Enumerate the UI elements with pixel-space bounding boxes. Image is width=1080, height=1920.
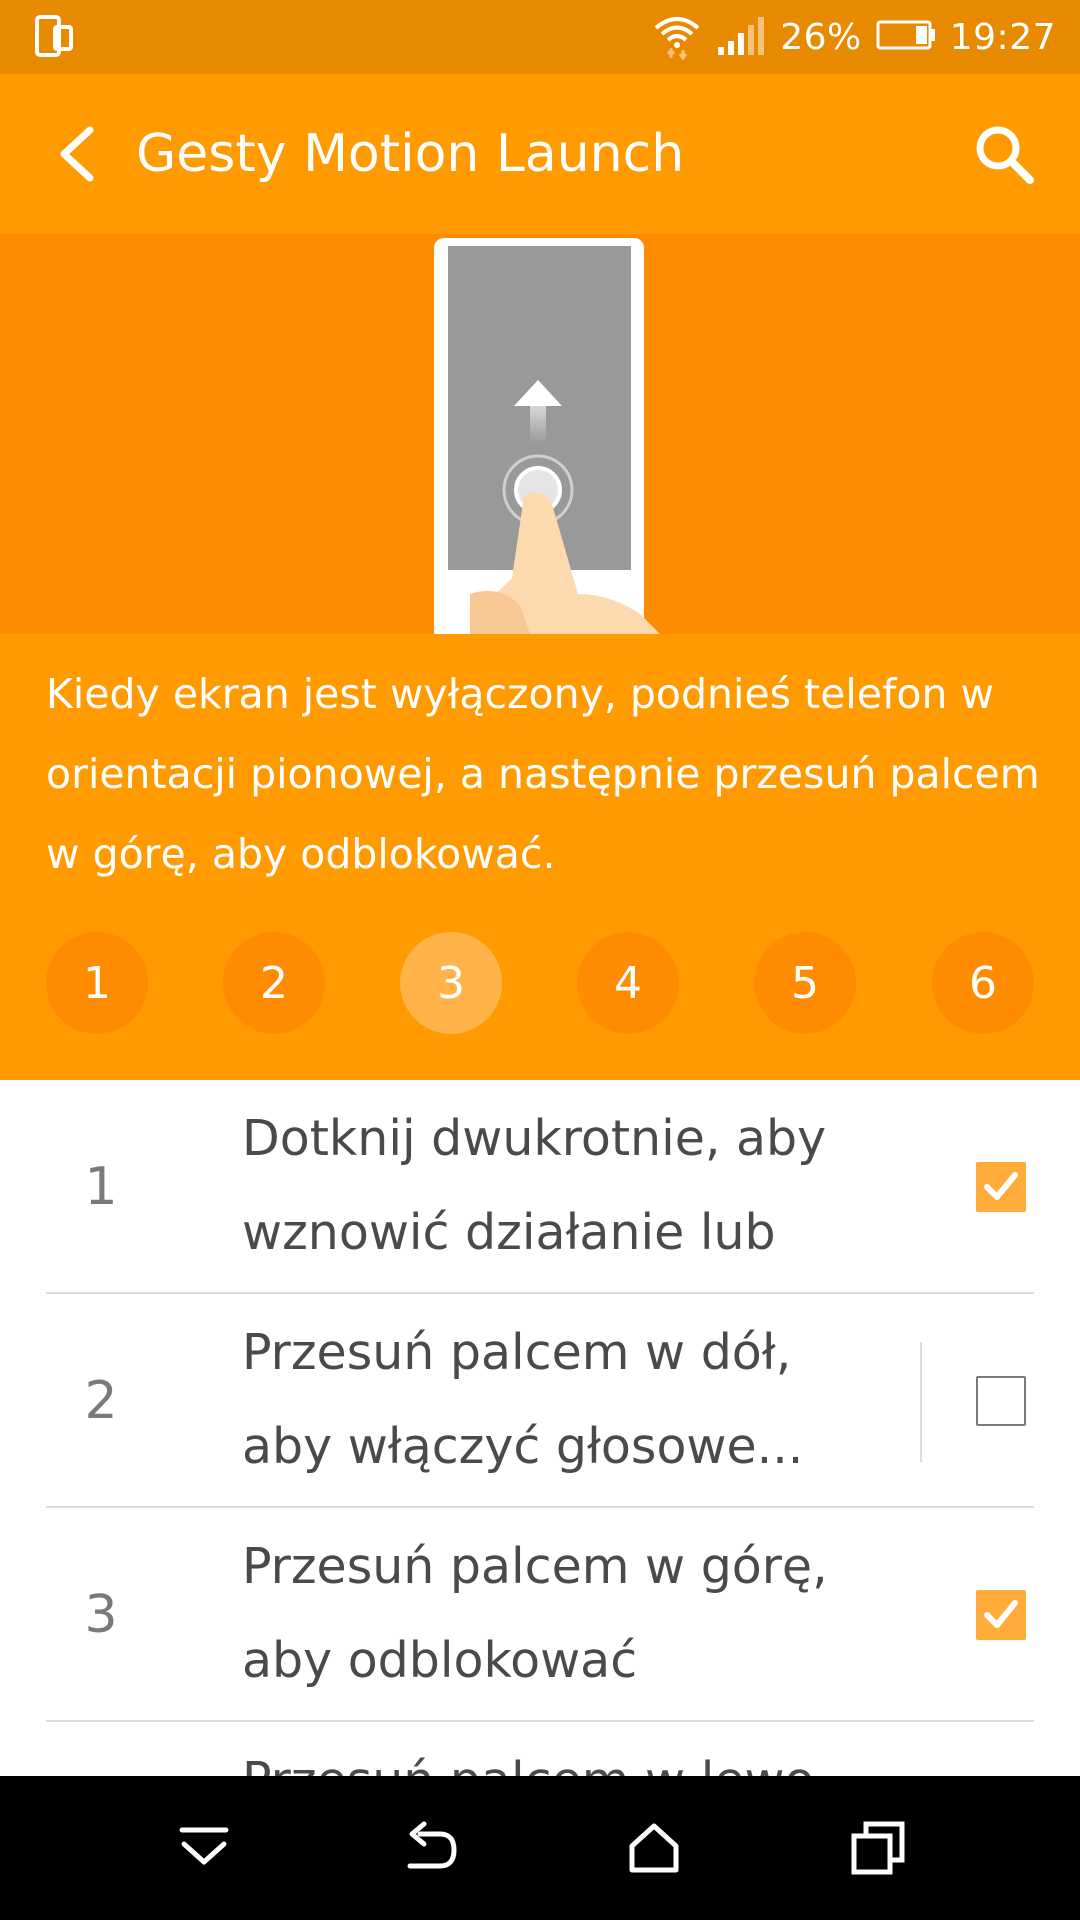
battery-percent: 26% bbox=[780, 16, 862, 58]
gesture-label: Dotknij dwukrotnie, aby wznowić działani… bbox=[242, 1110, 827, 1261]
app-bar: Gesty Motion Launch bbox=[0, 74, 1080, 234]
signal-icon bbox=[716, 15, 766, 59]
gesture-checkbox-1[interactable] bbox=[976, 1162, 1026, 1212]
gesture-label: Przesuń palcem w dół, aby włączyć głosow… bbox=[242, 1324, 804, 1475]
gesture-checkbox-3[interactable] bbox=[976, 1590, 1026, 1640]
gesture-label: Przesuń palcem w górę, aby odblokować bbox=[242, 1538, 828, 1689]
phone-swipe-up-illustration bbox=[434, 238, 660, 634]
gesture-row-3[interactable]: 3 Przesuń palcem w górę, aby odblokować bbox=[46, 1508, 1034, 1722]
check-icon bbox=[984, 1172, 1018, 1200]
battery-icon bbox=[876, 20, 936, 54]
search-icon bbox=[976, 126, 1034, 184]
recents-icon bbox=[851, 1821, 905, 1875]
step-5[interactable]: 5 bbox=[754, 932, 856, 1034]
phone-screen-icon bbox=[34, 14, 74, 60]
step-3[interactable]: 3 bbox=[400, 932, 502, 1034]
gesture-label: Przesuń palcem w lewo bbox=[242, 1734, 842, 1776]
back-arrow-icon bbox=[60, 126, 94, 182]
gesture-row-1[interactable]: 1 Dotknij dwukrotnie, aby wznowić działa… bbox=[46, 1080, 1034, 1294]
row-divider bbox=[920, 1342, 922, 1462]
collapse-button[interactable] bbox=[168, 1812, 240, 1884]
gesture-row-2[interactable]: 2 Przesuń palcem w dół, aby włączyć głos… bbox=[46, 1294, 1034, 1508]
clock: 19:27 bbox=[949, 16, 1056, 58]
home-icon bbox=[629, 1823, 679, 1873]
back-button[interactable] bbox=[36, 114, 116, 194]
wifi-icon bbox=[652, 10, 702, 64]
recents-button[interactable] bbox=[842, 1812, 914, 1884]
search-button[interactable] bbox=[964, 114, 1044, 194]
step-1[interactable]: 1 bbox=[46, 932, 148, 1034]
back-icon bbox=[407, 1821, 457, 1869]
info-panel: Kiedy ekran jest wyłączony, podnieś tele… bbox=[0, 634, 1080, 1080]
check-icon bbox=[984, 1600, 1018, 1628]
back-nav-button[interactable] bbox=[394, 1812, 466, 1884]
hero-illustration bbox=[0, 234, 1080, 634]
gesture-number: 2 bbox=[84, 1371, 118, 1431]
gesture-number: 1 bbox=[84, 1157, 118, 1217]
step-6[interactable]: 6 bbox=[932, 932, 1034, 1034]
step-indicator: 1 2 3 4 5 6 bbox=[46, 932, 1034, 1034]
gesture-checkbox-2[interactable] bbox=[976, 1376, 1026, 1426]
collapse-icon bbox=[179, 1827, 229, 1865]
status-bar: 26% 19:27 bbox=[0, 0, 1080, 74]
page-title: Gesty Motion Launch bbox=[136, 124, 685, 184]
home-button[interactable] bbox=[618, 1812, 690, 1884]
status-right: 26% 19:27 bbox=[652, 0, 1056, 74]
step-4[interactable]: 4 bbox=[577, 932, 679, 1034]
gesture-list: 1 Dotknij dwukrotnie, aby wznowić działa… bbox=[0, 1080, 1080, 1776]
gesture-description: Kiedy ekran jest wyłączony, podnieś tele… bbox=[46, 670, 1040, 878]
gesture-number: 3 bbox=[84, 1585, 118, 1645]
navigation-bar bbox=[0, 1776, 1080, 1920]
gesture-row-4[interactable]: Przesuń palcem w lewo bbox=[46, 1722, 1034, 1776]
step-2[interactable]: 2 bbox=[223, 932, 325, 1034]
